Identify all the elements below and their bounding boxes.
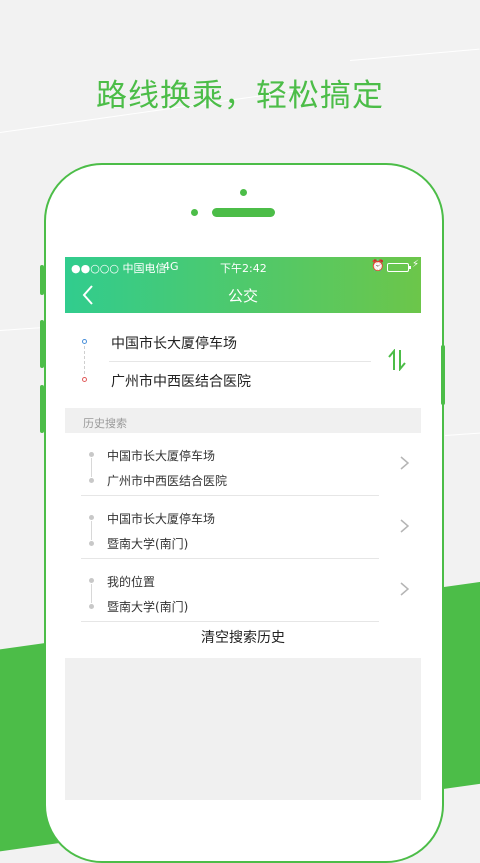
history-item[interactable]: 中国市长大厦停车场 广州市中西医结合医院 bbox=[65, 433, 421, 496]
swap-arrows-icon bbox=[388, 348, 406, 372]
chevron-right-icon bbox=[400, 519, 409, 533]
alarm-icon: ⏰ bbox=[371, 259, 385, 272]
background-line bbox=[349, 48, 480, 61]
swap-button[interactable] bbox=[387, 348, 407, 372]
phone-sensor bbox=[191, 209, 198, 216]
route-connector bbox=[84, 346, 85, 374]
history-from: 中国市长大厦停车场 bbox=[107, 512, 216, 526]
network-label: 4G bbox=[163, 260, 179, 273]
end-location-field[interactable]: 广州市中西医结合医院 bbox=[111, 371, 251, 391]
status-time: 下午2:42 bbox=[220, 262, 267, 275]
chevron-right-icon bbox=[400, 582, 409, 596]
history-item[interactable]: 中国市长大厦停车场 暨南大学(南门) bbox=[65, 496, 421, 559]
background-line bbox=[444, 432, 480, 436]
charging-icon: ⚡ bbox=[412, 259, 420, 270]
to-dot-icon bbox=[89, 604, 94, 609]
from-dot-icon bbox=[89, 578, 94, 583]
headline: 路线换乘，轻松搞定 bbox=[96, 78, 384, 114]
route-connector bbox=[91, 521, 92, 540]
history-list: 中国市长大厦停车场 广州市中西医结合医院 中国市长大厦停车场 暨南大学(南门) … bbox=[65, 433, 421, 658]
route-input-card: 中国市长大厦停车场 广州市中西医结合医院 bbox=[65, 313, 421, 408]
phone-camera bbox=[240, 189, 247, 196]
app-bar: ●●○○○ 中国电信 4G 下午2:42 ⏰ ⚡ 公交 bbox=[65, 257, 421, 313]
history-item[interactable]: 我的位置 暨南大学(南门) bbox=[65, 559, 421, 622]
history-header: 历史搜索 bbox=[83, 417, 127, 430]
end-dot-icon bbox=[82, 377, 87, 382]
clear-history-button[interactable]: 清空搜索历史 bbox=[65, 622, 421, 658]
route-connector bbox=[91, 584, 92, 603]
from-dot-icon bbox=[89, 515, 94, 520]
phone-side-button bbox=[40, 320, 44, 368]
carrier-label: ●●○○○ 中国电信 bbox=[71, 262, 167, 275]
phone-side-button bbox=[40, 385, 44, 433]
phone-side-button bbox=[441, 345, 445, 405]
phone-side-button bbox=[40, 265, 44, 295]
history-from: 我的位置 bbox=[107, 575, 156, 589]
battery-icon bbox=[387, 263, 411, 272]
start-dot-icon bbox=[82, 339, 87, 344]
start-location-field[interactable]: 中国市长大厦停车场 bbox=[111, 333, 237, 353]
history-to: 暨南大学(南门) bbox=[107, 537, 189, 551]
history-to: 广州市中西医结合医院 bbox=[107, 474, 228, 488]
route-connector bbox=[91, 458, 92, 477]
history-from: 中国市长大厦停车场 bbox=[107, 449, 216, 463]
to-dot-icon bbox=[89, 541, 94, 546]
page-title: 公交 bbox=[227, 287, 258, 305]
to-dot-icon bbox=[89, 478, 94, 483]
from-dot-icon bbox=[89, 452, 94, 457]
history-to: 暨南大学(南门) bbox=[107, 600, 189, 614]
chevron-right-icon bbox=[400, 456, 409, 470]
phone-speaker bbox=[212, 208, 275, 217]
app-screen: ●●○○○ 中国电信 4G 下午2:42 ⏰ ⚡ 公交 中国市长大厦停车场 广州… bbox=[65, 257, 421, 800]
divider bbox=[109, 361, 371, 362]
status-bar: ●●○○○ 中国电信 4G 下午2:42 ⏰ ⚡ bbox=[65, 259, 421, 275]
